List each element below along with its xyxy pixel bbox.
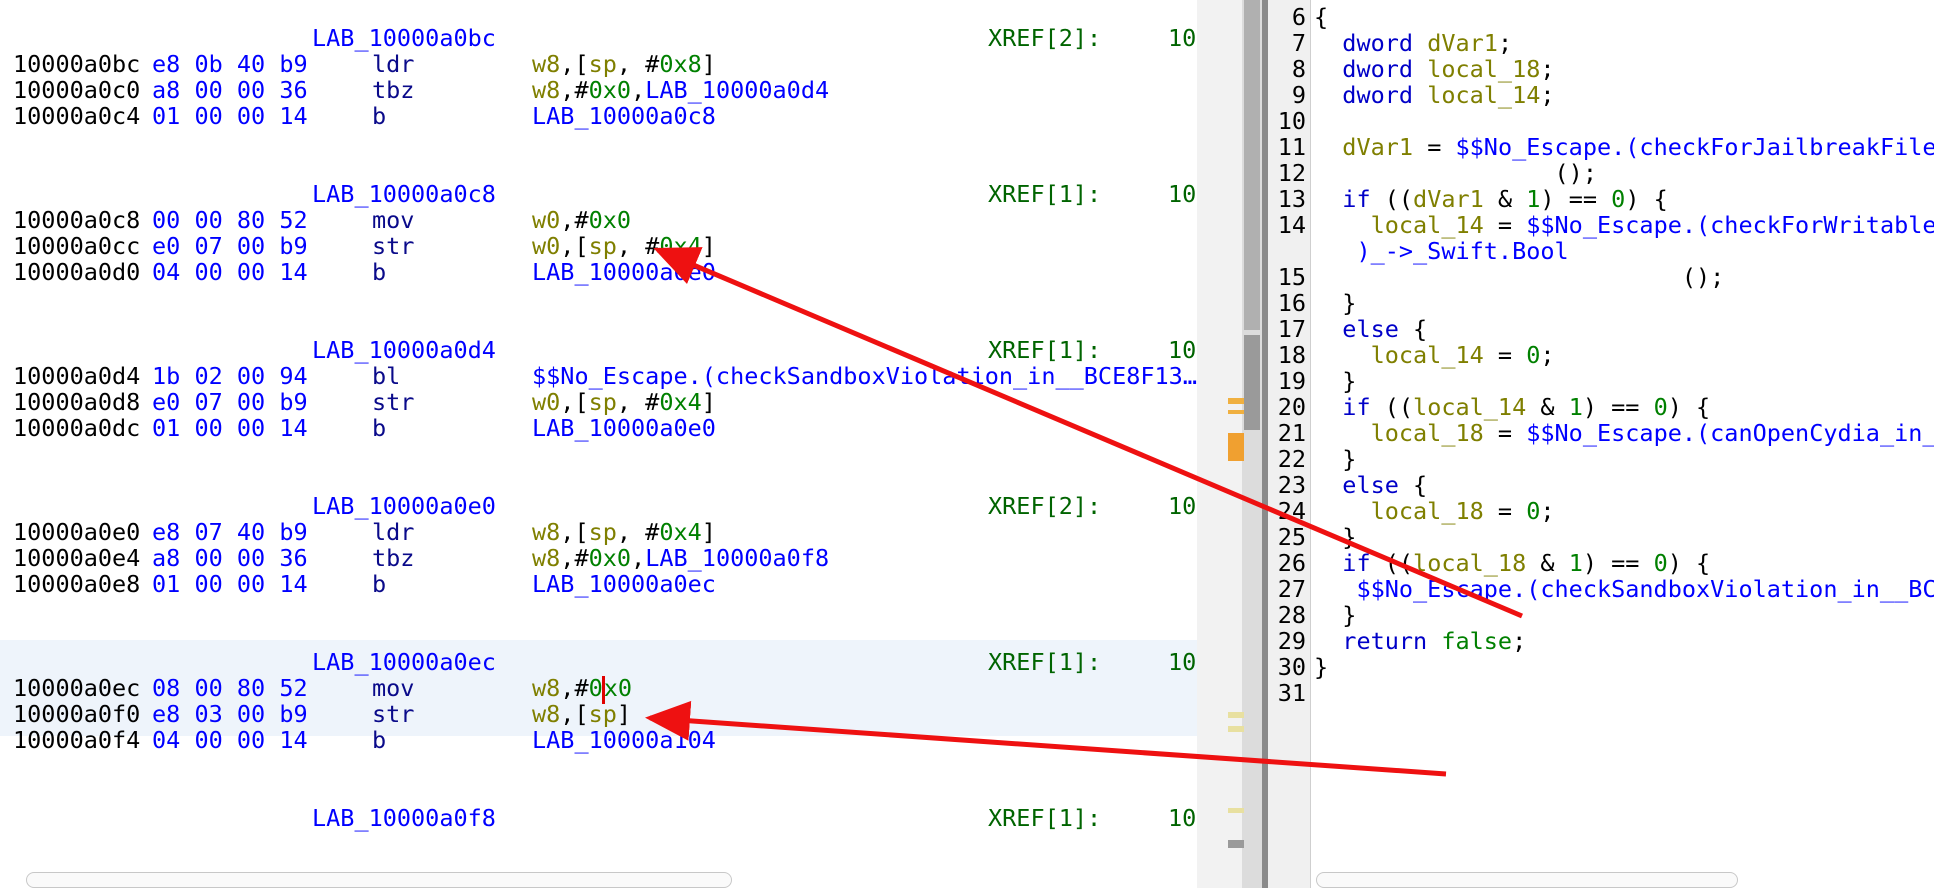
scroll-overview-region <box>1244 335 1260 430</box>
operand-link[interactable]: LAB_10000a0e0 <box>532 258 716 286</box>
address[interactable]: 10000a0f4 <box>13 724 140 756</box>
instruction-bytes: 01 00 00 14 <box>152 414 308 442</box>
overview-marker <box>1228 712 1244 718</box>
instruction-bytes: 04 00 00 14 <box>152 726 308 754</box>
instruction-bytes: 01 00 00 14 <box>152 102 308 130</box>
operands[interactable]: LAB_10000a0e0 <box>532 256 716 288</box>
mnemonic[interactable]: b <box>372 100 386 132</box>
xref-value[interactable]: 10 <box>1168 490 1196 522</box>
operand-link[interactable]: LAB_10000a0c8 <box>532 102 716 130</box>
overview-marker <box>1228 433 1244 461</box>
operands[interactable]: LAB_10000a104 <box>532 724 716 756</box>
overview-marker <box>1228 410 1244 414</box>
xref-label[interactable]: XREF[1]: <box>988 178 1101 210</box>
overview-marker <box>1228 808 1244 813</box>
overview-marker <box>1228 840 1244 848</box>
listing-horizontal-scrollbar[interactable] <box>26 872 732 888</box>
code-line[interactable]: 31 <box>1268 677 1934 709</box>
address[interactable]: 10000a0d0 <box>13 256 140 288</box>
xref-value[interactable]: 10 <box>1168 646 1196 678</box>
vertical-scrollbar-thumb[interactable] <box>1244 0 1260 330</box>
overview-marker <box>1228 726 1244 732</box>
operands[interactable]: LAB_10000a0ec <box>532 568 716 600</box>
operand-link[interactable]: LAB_10000a0e0 <box>532 414 716 442</box>
operands[interactable]: LAB_10000a0c8 <box>532 100 716 132</box>
operands[interactable]: LAB_10000a0e0 <box>532 412 716 444</box>
decompiler-horizontal-scrollbar[interactable] <box>1316 872 1738 888</box>
xref-value[interactable]: 10 <box>1168 22 1196 54</box>
line-number: 31 <box>1277 679 1306 707</box>
address[interactable]: 10000a0dc <box>13 412 140 444</box>
xref-label[interactable]: XREF[1]: <box>988 802 1101 834</box>
code-label[interactable]: LAB_10000a0f8 <box>312 802 496 834</box>
xref-label[interactable]: XREF[1]: <box>988 646 1101 678</box>
mnemonic[interactable]: b <box>372 568 386 600</box>
decompiler-pane[interactable]: 6{7 dword dVar1; 8 dword local_18; 9 dword… <box>1268 0 1934 888</box>
address[interactable]: 10000a0c4 <box>13 100 140 132</box>
mnemonic[interactable]: b <box>372 256 386 288</box>
overview-marker <box>1228 398 1244 404</box>
listing-pane[interactable]: LAB_10000a0bc XREF[2]: 10 10000a0bc e8 0b 40… <box>0 0 1197 888</box>
mnemonic[interactable]: b <box>372 724 386 756</box>
xref-value[interactable]: 10 <box>1168 178 1196 210</box>
xref-value[interactable]: 10 <box>1168 802 1196 834</box>
code-label[interactable]: LAB_10000a0d4 <box>312 334 496 366</box>
mnemonic[interactable]: b <box>372 412 386 444</box>
operand-link[interactable]: LAB_10000a0ec <box>532 570 716 598</box>
xref-label[interactable]: XREF[2]: <box>988 22 1101 54</box>
operand-link[interactable]: LAB_10000a104 <box>532 726 716 754</box>
instruction-bytes: 04 00 00 14 <box>152 258 308 286</box>
instruction-bytes: 01 00 00 14 <box>152 570 308 598</box>
address[interactable]: 10000a0e8 <box>13 568 140 600</box>
xref-label[interactable]: XREF[2]: <box>988 490 1101 522</box>
